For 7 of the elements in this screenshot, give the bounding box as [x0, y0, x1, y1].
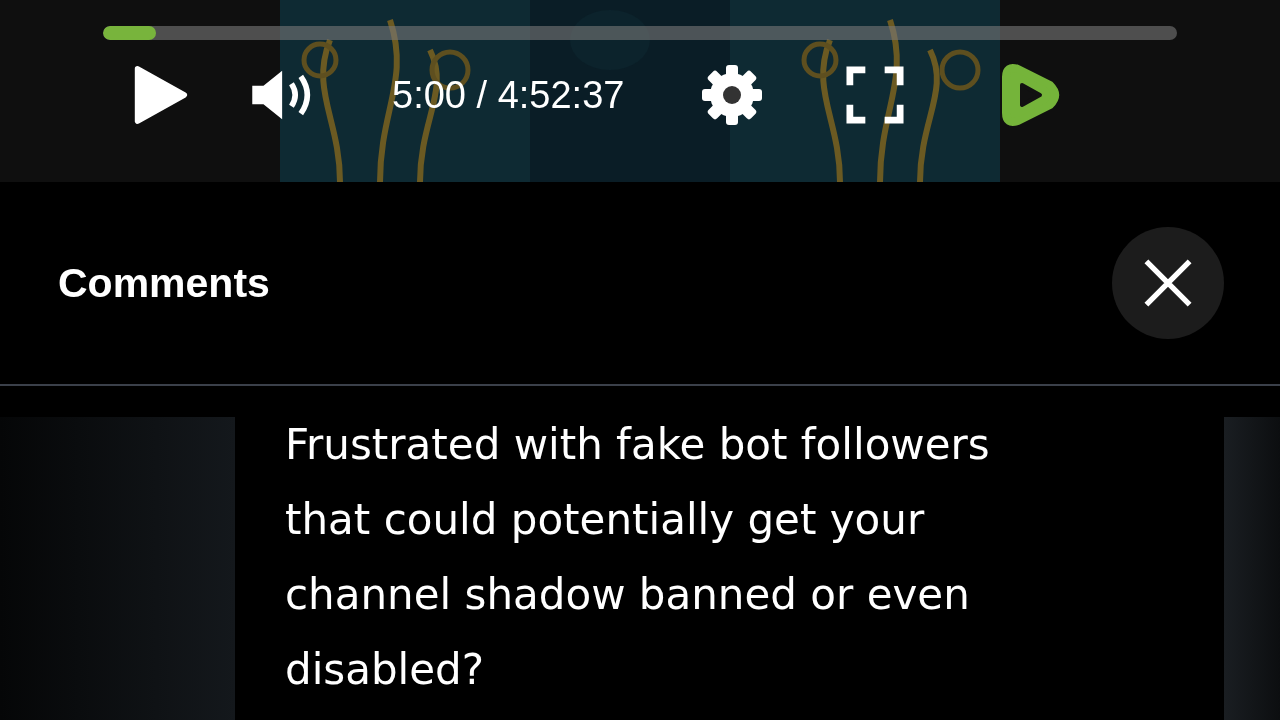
- progress-track[interactable]: [103, 26, 1177, 40]
- time-display: 5:00 / 4:52:37: [392, 73, 626, 117]
- play-icon[interactable]: [132, 64, 188, 126]
- fullscreen-icon[interactable]: [846, 66, 904, 124]
- comments-title: Comments: [58, 259, 270, 307]
- comment-text: Frustrated with fake bot followers that could potentially get your channel shadow banned or even disabled?: [285, 419, 991, 696]
- settings-icon[interactable]: [700, 63, 764, 127]
